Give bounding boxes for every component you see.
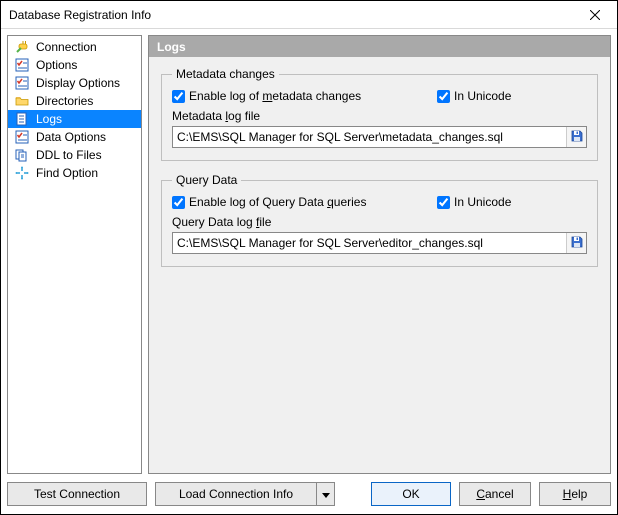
checkbox-label: In Unicode bbox=[454, 89, 511, 103]
title-bar: Database Registration Info bbox=[1, 1, 617, 29]
checkbox-label: Enable log of metadata changes bbox=[189, 89, 361, 103]
checkbox-metadata-unicode[interactable]: In Unicode bbox=[437, 89, 511, 103]
nav-label: Directories bbox=[36, 94, 93, 108]
checkbox-enable-query-log[interactable]: Enable log of Query Data queries bbox=[172, 195, 407, 209]
nav-label: Display Options bbox=[36, 76, 120, 90]
checkbox-input[interactable] bbox=[172, 90, 185, 103]
folder-icon bbox=[14, 93, 30, 109]
nav-item-connection[interactable]: Connection bbox=[8, 38, 141, 56]
floppy-icon bbox=[570, 129, 584, 146]
nav-item-find-option[interactable]: Find Option bbox=[8, 164, 141, 182]
checkbox-input[interactable] bbox=[437, 196, 450, 209]
help-button[interactable]: Help bbox=[539, 482, 611, 506]
group-legend: Query Data bbox=[172, 173, 241, 187]
metadata-file-label: Metadata log file bbox=[172, 109, 587, 123]
nav-item-data-options[interactable]: Data Options bbox=[8, 128, 141, 146]
nav-label: Connection bbox=[36, 40, 97, 54]
query-file-input-wrap bbox=[172, 232, 587, 254]
query-file-label: Query Data log file bbox=[172, 215, 587, 229]
load-connection-dropdown[interactable] bbox=[317, 482, 335, 506]
checkbox-label: In Unicode bbox=[454, 195, 511, 209]
nav-label: DDL to Files bbox=[36, 148, 102, 162]
metadata-file-input-wrap bbox=[172, 126, 587, 148]
log-icon bbox=[14, 111, 30, 127]
nav-label: Data Options bbox=[36, 130, 106, 144]
close-button[interactable] bbox=[572, 1, 617, 28]
group-metadata-changes: Metadata changes Enable log of metadata … bbox=[161, 67, 598, 161]
window-title: Database Registration Info bbox=[9, 8, 151, 22]
metadata-file-input[interactable] bbox=[173, 127, 566, 147]
query-file-input[interactable] bbox=[173, 233, 566, 253]
find-icon bbox=[14, 165, 30, 181]
ddl-files-icon bbox=[14, 147, 30, 163]
checklist-icon bbox=[14, 57, 30, 73]
chevron-down-icon bbox=[322, 487, 330, 501]
query-file-browse-button[interactable] bbox=[566, 233, 586, 253]
nav-item-logs[interactable]: Logs bbox=[8, 110, 141, 128]
checkbox-label: Enable log of Query Data queries bbox=[189, 195, 366, 209]
group-legend: Metadata changes bbox=[172, 67, 279, 81]
checkbox-input[interactable] bbox=[172, 196, 185, 209]
floppy-icon bbox=[570, 235, 584, 252]
panel-body: Metadata changes Enable log of metadata … bbox=[148, 57, 611, 474]
load-connection-splitbutton: Load Connection Info bbox=[155, 482, 335, 506]
checklist-icon bbox=[14, 75, 30, 91]
checkbox-input[interactable] bbox=[437, 90, 450, 103]
nav-tree: Connection Options bbox=[7, 35, 142, 474]
checklist-icon bbox=[14, 129, 30, 145]
checkbox-query-unicode[interactable]: In Unicode bbox=[437, 195, 511, 209]
metadata-file-browse-button[interactable] bbox=[566, 127, 586, 147]
nav-item-options[interactable]: Options bbox=[8, 56, 141, 74]
button-bar: Test Connection Load Connection Info OK … bbox=[1, 476, 617, 514]
content-area: Connection Options bbox=[1, 29, 617, 476]
cancel-button[interactable]: Cancel bbox=[459, 482, 531, 506]
dialog-window: Database Registration Info Co bbox=[0, 0, 618, 515]
checkbox-enable-metadata-log[interactable]: Enable log of metadata changes bbox=[172, 89, 407, 103]
nav-label: Logs bbox=[36, 112, 62, 126]
nav-label: Find Option bbox=[36, 166, 98, 180]
group-query-data: Query Data Enable log of Query Data quer… bbox=[161, 173, 598, 267]
main-panel: Logs Metadata changes Enable log of meta… bbox=[148, 35, 611, 474]
ok-button[interactable]: OK bbox=[371, 482, 451, 506]
load-connection-button[interactable]: Load Connection Info bbox=[155, 482, 317, 506]
panel-title: Logs bbox=[148, 35, 611, 57]
plug-icon bbox=[14, 39, 30, 55]
nav-item-directories[interactable]: Directories bbox=[8, 92, 141, 110]
nav-item-display-options[interactable]: Display Options bbox=[8, 74, 141, 92]
nav-item-ddl-to-files[interactable]: DDL to Files bbox=[8, 146, 141, 164]
test-connection-button[interactable]: Test Connection bbox=[7, 482, 147, 506]
nav-label: Options bbox=[36, 58, 77, 72]
